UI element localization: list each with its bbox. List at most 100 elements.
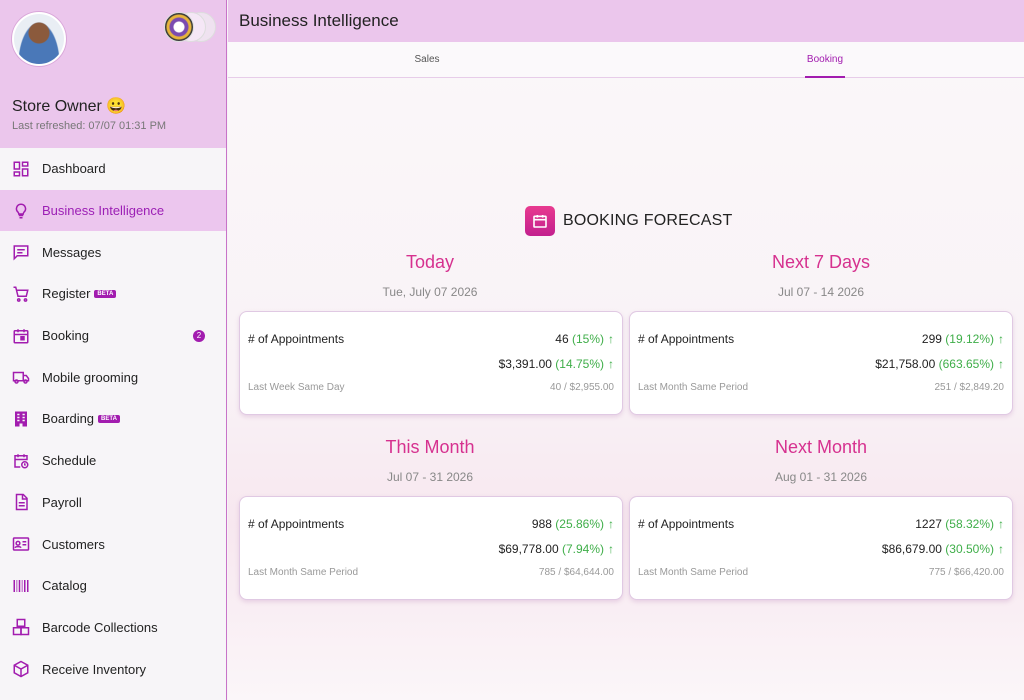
compare-value: 40 / $2,955.00 (550, 382, 614, 393)
calendar-icon (525, 206, 555, 236)
appointments-change: (19.12%) (945, 332, 994, 346)
arrow-up-icon: ↑ (608, 542, 614, 556)
period-this-month: This Month Jul 07 - 31 2026 (238, 437, 622, 484)
sidebar-item-catalog[interactable]: Catalog (0, 565, 226, 607)
period-next-7-days: Next 7 Days Jul 07 - 14 2026 (629, 252, 1013, 299)
van-icon (12, 368, 30, 386)
revenue-value: $69,778.00 (498, 542, 559, 556)
sidebar-item-label: Messages (42, 244, 102, 260)
period-title: This Month (385, 437, 475, 457)
beta-badge: BETA (98, 414, 120, 423)
building-icon (12, 410, 30, 428)
forecast-card-next-month: # of Appointments 1227 (58.32%) ↑ $86,679… (629, 496, 1013, 600)
lightbulb-icon (12, 202, 30, 220)
period-title: Next Month (774, 437, 868, 457)
sidebar-item-barcode-collections[interactable]: Barcode Collections (0, 607, 226, 649)
period-next-month: Next Month Aug 01 - 31 2026 (629, 437, 1013, 484)
store-logo-icon[interactable] (164, 12, 194, 42)
sidebar-item-payroll[interactable]: Payroll (0, 482, 226, 524)
sidebar-item-schedule[interactable]: Schedule (0, 440, 226, 482)
sidebar-item-label: Customers (42, 536, 105, 552)
revenue-change: (30.50%) (945, 542, 994, 556)
store-switcher[interactable] (164, 12, 216, 42)
sidebar-item-booking[interactable]: Booking 2 (0, 315, 226, 357)
sidebar-item-label: Receive Inventory (42, 661, 147, 677)
appointments-value: 46 (555, 332, 569, 346)
period-title: Today (405, 252, 455, 272)
tab-bar: Sales Booking (228, 42, 1024, 78)
id-card-icon (12, 535, 30, 553)
sidebar-item-customers[interactable]: Customers (0, 523, 226, 565)
sidebar-item-messages[interactable]: Messages (0, 231, 226, 273)
compare-label: Last Month Same Period (638, 382, 749, 393)
forecast-card-this-month: # of Appointments 988 (25.86%) ↑ $69,778.… (239, 496, 623, 600)
sidebar-item-business-intelligence[interactable]: Business Intelligence (0, 189, 226, 232)
page-header: Business Intelligence (228, 0, 1024, 42)
sidebar-item-label: Catalog (42, 578, 87, 594)
sidebar-item-dashboard[interactable]: Dashboard (0, 148, 226, 190)
compare-value: 775 / $66,420.00 (928, 567, 1004, 578)
compare-label: Last Week Same Day (248, 382, 345, 393)
compare-value: 785 / $64,644.00 (538, 567, 614, 578)
arrow-up-icon: ↑ (608, 332, 614, 346)
tab-booking[interactable]: Booking (626, 42, 1024, 77)
appointments-change: (58.32%) (945, 517, 994, 531)
profile-panel: Store Owner 😀 Last refreshed: 07/07 01:3… (0, 0, 226, 148)
revenue-change: (7.94%) (561, 542, 604, 556)
period-date: Tue, July 07 2026 (382, 285, 478, 299)
dashboard-icon (12, 160, 30, 178)
sidebar-item-label: Barcode Collections (42, 619, 158, 635)
boxes-icon (12, 618, 30, 636)
forecast-title: BOOKING FORECAST (563, 212, 733, 229)
period-title: Next 7 Days (771, 252, 871, 272)
arrow-up-icon: ↑ (998, 357, 1004, 371)
sidebar-item-label: Boarding (42, 411, 95, 427)
revenue-change: (14.75%) (555, 357, 604, 371)
tab-sales[interactable]: Sales (228, 42, 626, 77)
compare-label: Last Month Same Period (248, 567, 359, 578)
arrow-up-icon: ↑ (998, 517, 1004, 531)
sidebar-nav: Dashboard Business Intelligence Messages… (0, 148, 226, 690)
avatar[interactable] (12, 12, 66, 66)
sidebar-item-mobile-grooming[interactable]: Mobile grooming (0, 356, 226, 398)
appointments-change: (15%) (571, 332, 604, 346)
sidebar-item-label: Mobile grooming (42, 369, 139, 385)
compare-value: 251 / $2,849.20 (934, 382, 1004, 393)
sidebar: Store Owner 😀 Last refreshed: 07/07 01:3… (0, 0, 227, 700)
page-title: Business Intelligence (239, 11, 399, 30)
main-content: Business Intelligence Sales Booking BOOK… (228, 0, 1024, 700)
sidebar-item-register[interactable]: Register BETA (0, 273, 226, 315)
message-icon (12, 243, 30, 261)
forecast-heading: BOOKING FORECAST (525, 206, 732, 236)
revenue-value: $3,391.00 (498, 357, 552, 371)
calendar-icon (12, 327, 30, 345)
period-today: Today Tue, July 07 2026 (238, 252, 622, 299)
period-date: Jul 07 - 31 2026 (386, 470, 474, 484)
cart-icon (12, 285, 30, 303)
revenue-value: $86,679.00 (881, 542, 942, 556)
appointments-value: 299 (921, 332, 942, 346)
last-refreshed: Last refreshed: 07/07 01:31 PM (12, 120, 167, 132)
arrow-up-icon: ↑ (998, 332, 1004, 346)
arrow-up-icon: ↑ (608, 357, 614, 371)
appointments-label: # of Appointments (638, 332, 735, 346)
forecast-card-next-7-days: # of Appointments 299 (19.12%) ↑ $21,758.… (629, 311, 1013, 415)
document-icon (12, 493, 30, 511)
forecast-card-today: # of Appointments 46 (15%) ↑ $3,391.00 (1… (239, 311, 623, 415)
appointments-label: # of Appointments (248, 517, 345, 531)
package-icon (12, 660, 30, 678)
sidebar-item-receive-inventory[interactable]: Receive Inventory (0, 648, 226, 690)
revenue-change: (663.65%) (938, 357, 994, 371)
booking-count-badge: 2 (193, 329, 205, 342)
sidebar-item-label: Payroll (42, 494, 82, 510)
arrow-up-icon: ↑ (998, 542, 1004, 556)
sidebar-item-label: Schedule (42, 453, 97, 469)
appointments-label: # of Appointments (248, 332, 345, 346)
sidebar-item-boarding[interactable]: Boarding BETA (0, 398, 226, 440)
compare-label: Last Month Same Period (638, 567, 749, 578)
barcode-icon (12, 577, 30, 595)
appointments-label: # of Appointments (638, 517, 735, 531)
arrow-up-icon: ↑ (608, 517, 614, 531)
schedule-icon (12, 452, 30, 470)
sidebar-item-label: Register (42, 286, 91, 302)
